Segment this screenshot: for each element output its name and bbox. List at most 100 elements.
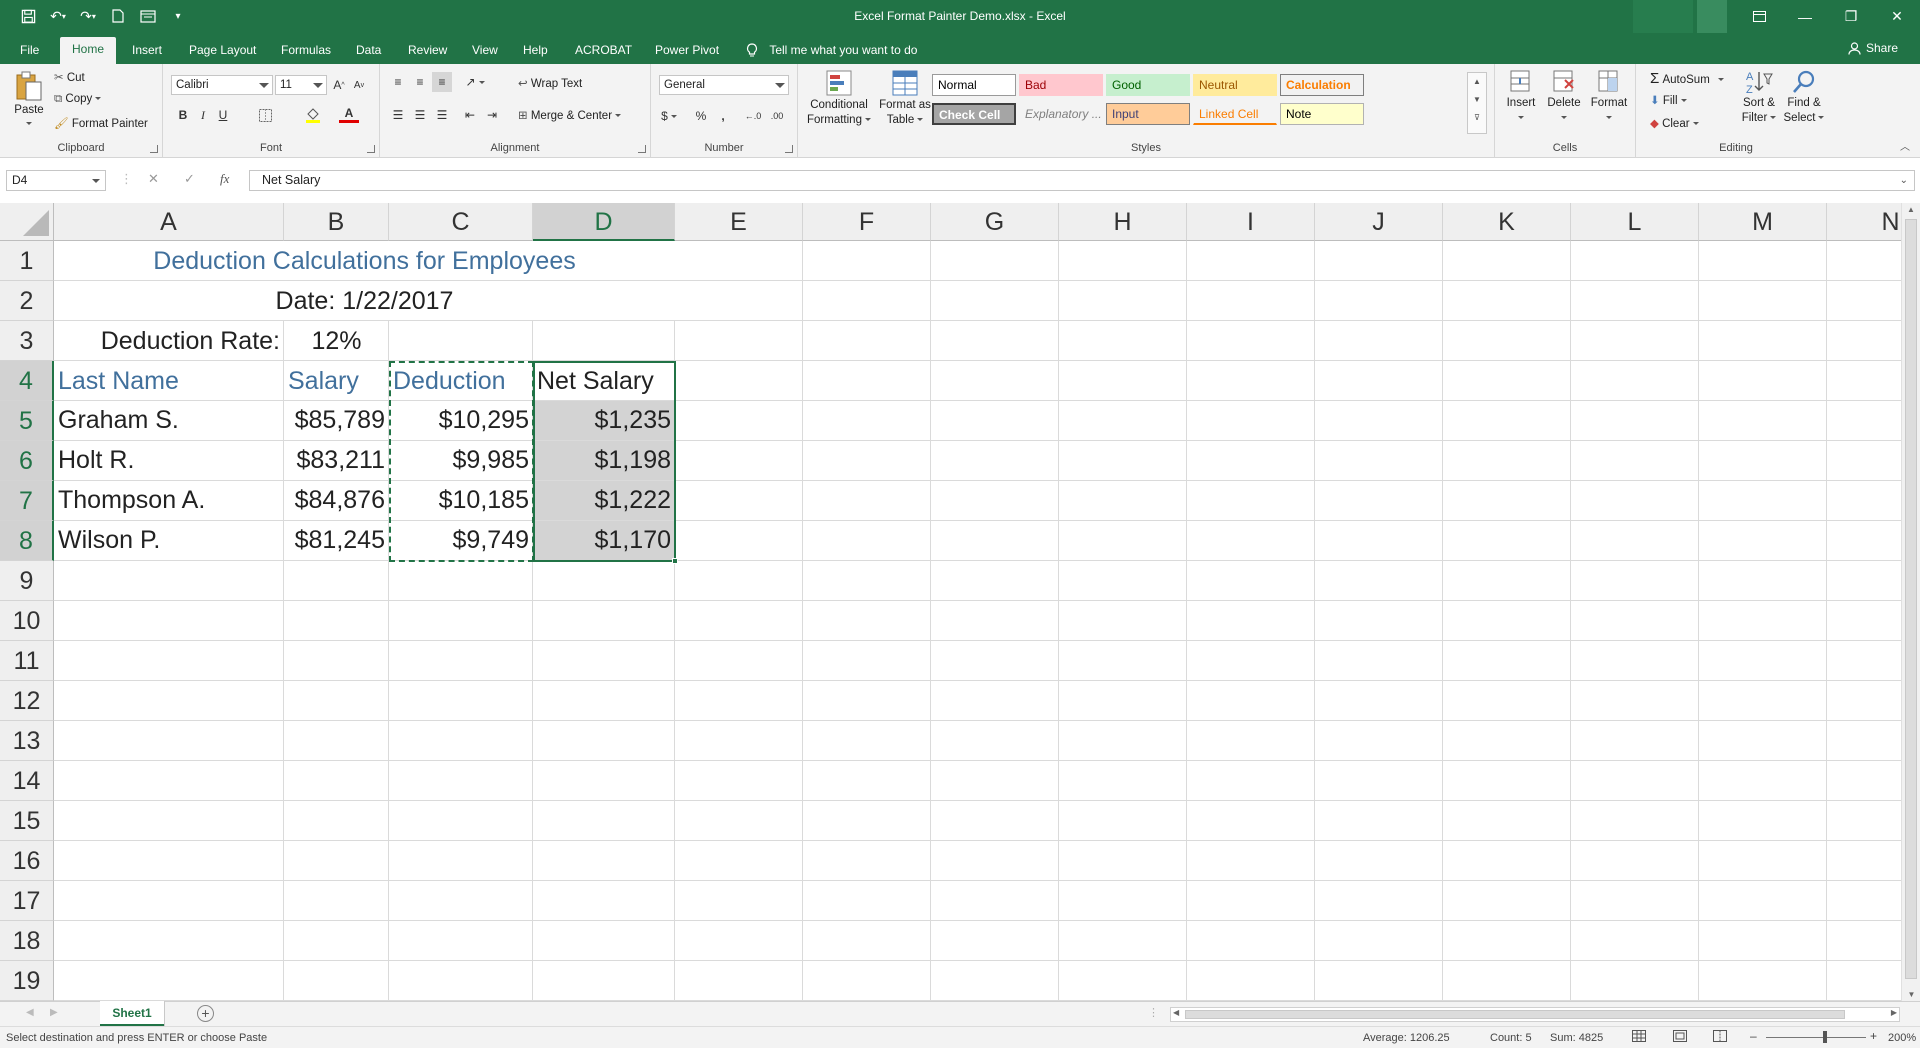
next-sheet-icon[interactable]: ▶ [50,1007,58,1018]
align-right-icon[interactable]: ☰ [432,105,452,125]
percent-icon[interactable]: % [691,106,711,126]
horizontal-thumb[interactable] [1185,1010,1845,1019]
increase-decimal-icon[interactable]: ←.0 [743,106,763,126]
page-layout-view-icon[interactable] [1673,1030,1687,1043]
cell-rate-value[interactable]: 12% [284,321,389,361]
styles-scroll[interactable]: ▲ ▼ ⊽ [1467,72,1487,134]
cell-salary[interactable]: $84,876 [284,481,389,520]
row-header-8[interactable]: 8 [0,521,54,561]
wrap-text-button[interactable]: ↩ Wrap Text [518,76,582,90]
scroll-thumb[interactable] [1905,219,1917,979]
row-header-6[interactable]: 6 [0,441,54,481]
style-note[interactable]: Note [1280,103,1364,125]
cell-net-salary[interactable]: $1,170 [533,521,675,560]
ribbon-display-options-icon[interactable] [1736,0,1782,33]
font-name-combo[interactable]: Calibri [171,75,273,95]
row-header-10[interactable]: 10 [0,601,54,641]
currency-icon[interactable]: $ [659,106,679,126]
column-header-a[interactable]: A [54,203,284,241]
cancel-entry-icon[interactable]: ✕ [148,171,159,187]
cell-deduction[interactable]: $9,749 [389,521,533,560]
scroll-left-icon[interactable]: ◀ [1173,1008,1179,1017]
row-header-14[interactable]: 14 [0,761,54,801]
cell-last-name[interactable]: Thompson A. [54,481,284,520]
close-icon[interactable]: ✕ [1874,0,1920,33]
scroll-right-icon[interactable]: ▶ [1891,1008,1897,1017]
cell-last-name[interactable]: Holt R. [54,441,284,480]
cell-header-deduction[interactable]: Deduction [389,361,533,401]
bottom-align-icon[interactable]: ≡ [432,72,452,92]
alignment-launcher-icon[interactable] [638,145,646,153]
column-header-i[interactable]: I [1187,203,1315,241]
select-all-corner[interactable] [0,203,54,241]
row-header-17[interactable]: 17 [0,881,54,921]
row-header-11[interactable]: 11 [0,641,54,681]
confirm-entry-icon[interactable]: ✓ [184,171,195,187]
row-header-19[interactable]: 19 [0,961,54,1001]
borders-icon[interactable] [255,105,275,125]
tab-acrobat[interactable]: ACROBAT [571,39,636,64]
row-header-9[interactable]: 9 [0,561,54,601]
column-header-k[interactable]: K [1443,203,1571,241]
autosum-button[interactable]: Σ AutoSum [1650,70,1724,87]
increase-font-icon[interactable]: A ^ [329,75,349,95]
underline-icon[interactable]: U [213,105,233,125]
increase-indent-icon[interactable]: ⇥ [482,105,502,125]
cut-button[interactable]: ✂ Cut [54,70,85,84]
styles-more-icon[interactable]: ⊽ [1468,109,1486,127]
decrease-indent-icon[interactable]: ⇤ [460,105,480,125]
fill-button[interactable]: ⬇ Fill [1650,93,1687,107]
scroll-down-icon[interactable]: ▼ [1902,990,1920,999]
tab-split-icon[interactable]: ⋮ [1148,1006,1159,1019]
sheet-tab-sheet1[interactable]: Sheet1 [100,1001,164,1026]
cell-salary[interactable]: $85,789 [284,401,389,440]
top-align-icon[interactable]: ≡ [388,72,408,92]
collapse-ribbon-icon[interactable]: ︿ [1900,138,1910,153]
clear-button[interactable]: ◆ Clear [1650,116,1699,130]
number-format-combo[interactable]: General [659,75,789,95]
row-header-3[interactable]: 3 [0,321,54,361]
tab-formulas[interactable]: Formulas [277,39,335,64]
style-linked-cell[interactable]: Linked Cell [1193,103,1277,125]
find-select-button[interactable]: Find & Select [1782,68,1826,126]
comma-icon[interactable]: , [713,106,733,126]
cell-header-salary[interactable]: Salary [284,361,389,401]
column-header-e[interactable]: E [675,203,803,241]
decrease-decimal-icon[interactable]: .00 [767,106,787,126]
page-break-view-icon[interactable] [1713,1030,1727,1043]
column-header-g[interactable]: G [931,203,1059,241]
row-header-18[interactable]: 18 [0,921,54,961]
sort-filter-button[interactable]: AZ Sort & Filter [1738,68,1780,126]
column-header-l[interactable]: L [1571,203,1699,241]
format-painter-button[interactable]: 🖌 Format Painter [54,116,148,130]
cell-deduction[interactable]: $10,295 [389,401,533,440]
insert-cells-button[interactable]: Insert [1501,68,1541,126]
account-avatar[interactable] [1697,0,1727,33]
cell-salary[interactable]: $81,245 [284,521,389,560]
italic-icon[interactable]: I [193,105,213,125]
restore-icon[interactable]: ❐ [1828,0,1874,33]
cell-net-salary[interactable]: $1,222 [533,481,675,520]
styles-down-icon[interactable]: ▼ [1468,91,1486,109]
cell-last-name[interactable]: Wilson P. [54,521,284,560]
style-explanatory[interactable]: Explanatory ... [1019,103,1103,125]
style-input[interactable]: Input [1106,103,1190,125]
row-header-12[interactable]: 12 [0,681,54,721]
row-header-5[interactable]: 5 [0,401,54,441]
number-launcher-icon[interactable] [785,145,793,153]
cell-header-net-salary[interactable]: Net Salary [533,361,675,401]
tab-page-layout[interactable]: Page Layout [185,39,260,64]
conditional-formatting-button[interactable]: Conditional Formatting [803,68,875,128]
cell-header-last-name[interactable]: Last Name [54,361,284,401]
cell-net-salary[interactable]: $1,198 [533,441,675,480]
align-left-icon[interactable]: ☰ [388,105,408,125]
row-header-15[interactable]: 15 [0,801,54,841]
font-launcher-icon[interactable] [367,145,375,153]
zoom-slider-thumb[interactable] [1823,1031,1827,1043]
style-check-cell[interactable]: Check Cell [932,103,1016,125]
row-header-13[interactable]: 13 [0,721,54,761]
tab-review[interactable]: Review [404,39,451,64]
column-header-h[interactable]: H [1059,203,1187,241]
row-header-4[interactable]: 4 [0,361,54,401]
insert-function-icon[interactable]: fx [220,171,229,187]
